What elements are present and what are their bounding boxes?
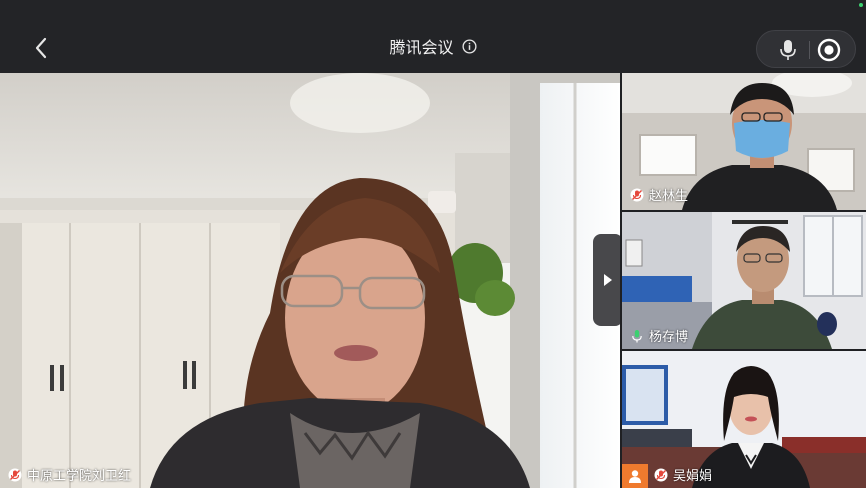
- mic-muted-icon: [630, 188, 644, 201]
- microphone-icon[interactable]: [779, 39, 797, 61]
- tile-name-tag: 赵林生: [630, 185, 688, 204]
- title-area: 腾讯会议: [0, 34, 866, 58]
- main-video[interactable]: 中原工学院刘卫红: [0, 73, 620, 488]
- record-icon[interactable]: [817, 38, 841, 62]
- participant-name: 赵林生: [649, 189, 689, 204]
- main-name-tag: 中原工学院刘卫红: [8, 465, 131, 484]
- audio-controls: [756, 30, 856, 68]
- main-video-feed: [0, 73, 620, 488]
- top-bar: 腾讯会议: [0, 0, 866, 73]
- mic-muted-icon: [654, 468, 668, 481]
- divider: [809, 41, 810, 59]
- mic-muted-icon: [8, 468, 22, 481]
- participant-name: 吴娟娟: [673, 469, 713, 484]
- toggle-gallery-button[interactable]: [593, 234, 623, 326]
- participant-name: 杨存博: [649, 330, 689, 345]
- tile-name-tag: 吴娟娟: [654, 465, 712, 484]
- participant-name: 中原工学院刘卫红: [27, 469, 132, 484]
- person-avatar-icon: [622, 464, 648, 488]
- participant-gallery: 赵林生 杨存博 吴娟娟: [620, 73, 866, 488]
- participant-tile[interactable]: 赵林生: [622, 73, 866, 210]
- mic-active-icon: [632, 329, 642, 342]
- tile-name-tag: 杨存博: [630, 326, 688, 345]
- participant-tile[interactable]: 吴娟娟: [622, 351, 866, 488]
- info-icon[interactable]: [461, 38, 477, 54]
- status-dot: [859, 3, 863, 7]
- play-arrow-icon: [604, 274, 612, 286]
- meeting-title: 腾讯会议: [389, 38, 454, 57]
- participant-tile[interactable]: 杨存博: [622, 212, 866, 349]
